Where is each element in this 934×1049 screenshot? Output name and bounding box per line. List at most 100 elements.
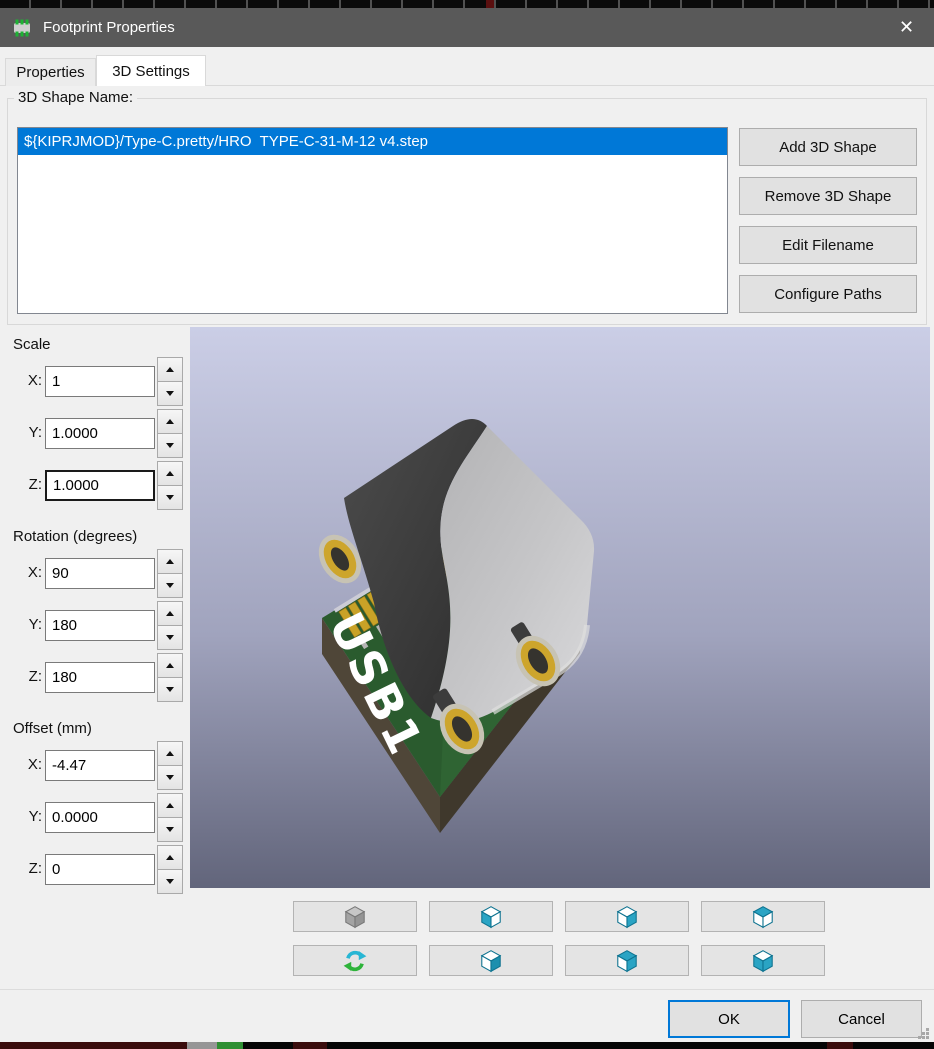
down-arrow-icon [166,583,174,588]
view-front-button[interactable] [565,901,689,932]
rotation-y-spin-up-button[interactable] [157,601,183,626]
view-right-cube-icon [478,948,504,974]
rotation-y-input[interactable] [45,610,155,641]
down-arrow-icon [166,391,174,396]
rotation-y-spin-down-button[interactable] [157,625,183,650]
down-arrow-icon [166,827,174,832]
background-red-tick [486,0,494,8]
scale-section-label: Scale [13,336,51,353]
offset-x-spin-down-button[interactable] [157,765,183,790]
tab-3d-settings[interactable]: 3D Settings [96,55,206,86]
rotation-x-row: X: [0,558,186,607]
offset-y-spinner [157,793,183,842]
down-arrow-icon [166,687,174,692]
up-arrow-icon [166,559,174,564]
tab-properties[interactable]: Properties [5,58,96,86]
close-button[interactable]: ✕ [879,8,934,47]
offset-y-input[interactable] [45,802,155,833]
cancel-button[interactable]: Cancel [801,1000,922,1038]
view-left-cube-icon [478,904,504,930]
view-right-button[interactable] [429,945,553,976]
scale-x-input[interactable] [45,366,155,397]
scale-y-spin-up-button[interactable] [157,409,183,434]
3d-preview-viewport[interactable]: USB1 [190,327,930,888]
shape-list-item-selected[interactable]: ${KIPRJMOD}/Type-C.pretty/HRO TYPE-C-31-… [18,128,727,155]
rotate-view-button[interactable] [293,945,417,976]
scale-x-spin-up-button[interactable] [157,357,183,382]
offset-z-spin-up-button[interactable] [157,845,183,870]
offset-y-row: Y: [0,802,186,851]
scale-z-spin-up-button[interactable] [157,461,183,486]
scale-z-label: Z: [0,476,42,493]
window-title: Footprint Properties [43,19,175,36]
up-arrow-icon [166,367,174,372]
view-bottom-cube-icon [750,948,776,974]
down-arrow-icon [166,879,174,884]
scale-z-spin-down-button[interactable] [157,485,183,510]
resize-grip[interactable] [918,1028,930,1040]
scale-y-input[interactable] [45,418,155,449]
scale-x-label: X: [0,372,42,389]
configure-paths-button[interactable]: Configure Paths [739,275,917,313]
view-iso-button[interactable] [293,901,417,932]
rotation-z-spin-up-button[interactable] [157,653,183,678]
iso-cube-icon [342,904,368,930]
remove-3d-shape-button[interactable]: Remove 3D Shape [739,177,917,215]
offset-z-label: Z: [0,860,42,877]
scale-z-spinner [157,461,183,510]
rotation-z-label: Z: [0,668,42,685]
rotation-y-row: Y: [0,610,186,659]
view-front-cube-icon [614,904,640,930]
view-bottom-button[interactable] [701,945,825,976]
footprint-icon [10,18,34,38]
view-left-button[interactable] [429,901,553,932]
add-3d-shape-button[interactable]: Add 3D Shape [739,128,917,166]
rotation-x-input[interactable] [45,558,155,589]
offset-x-label: X: [0,756,42,773]
up-arrow-icon [166,803,174,808]
rotation-z-spinner [157,653,183,702]
title-bar[interactable]: Footprint Properties ✕ [0,8,934,47]
up-arrow-icon [166,611,174,616]
up-arrow-icon [166,419,174,424]
shape-list[interactable]: ${KIPRJMOD}/Type-C.pretty/HRO TYPE-C-31-… [17,127,728,314]
rotation-section-label: Rotation (degrees) [13,528,137,545]
ok-button[interactable]: OK [668,1000,790,1038]
shape-group-label: 3D Shape Name: [14,89,137,106]
scale-y-spinner [157,409,183,458]
offset-y-spin-up-button[interactable] [157,793,183,818]
rotation-z-spin-down-button[interactable] [157,677,183,702]
scale-y-spin-down-button[interactable] [157,433,183,458]
offset-x-spin-up-button[interactable] [157,741,183,766]
offset-z-spin-down-button[interactable] [157,869,183,894]
scale-x-spin-down-button[interactable] [157,381,183,406]
rotation-z-input[interactable] [45,662,155,693]
view-back-button[interactable] [565,945,689,976]
scale-x-spinner [157,357,183,406]
down-arrow-icon [166,775,174,780]
offset-z-spinner [157,845,183,894]
edit-filename-button[interactable]: Edit Filename [739,226,917,264]
scale-z-input[interactable] [45,470,155,501]
offset-x-spinner [157,741,183,790]
rotation-y-label: Y: [0,616,42,633]
rotation-x-label: X: [0,564,42,581]
offset-x-input[interactable] [45,750,155,781]
offset-z-input[interactable] [45,854,155,885]
scale-z-row: Z: [0,470,186,519]
up-arrow-icon [166,471,174,476]
down-arrow-icon [166,635,174,640]
rotation-x-spinner [157,549,183,598]
down-arrow-icon [166,443,174,448]
view-back-cube-icon [614,948,640,974]
offset-y-spin-down-button[interactable] [157,817,183,842]
offset-y-label: Y: [0,808,42,825]
rotation-x-spin-down-button[interactable] [157,573,183,598]
usb-connector-3d-model: USB1 [190,327,930,888]
view-top-cube-icon [750,904,776,930]
offset-x-row: X: [0,750,186,799]
view-top-button[interactable] [701,901,825,932]
background-app-top-strip [0,0,934,8]
up-arrow-icon [166,663,174,668]
rotation-x-spin-up-button[interactable] [157,549,183,574]
